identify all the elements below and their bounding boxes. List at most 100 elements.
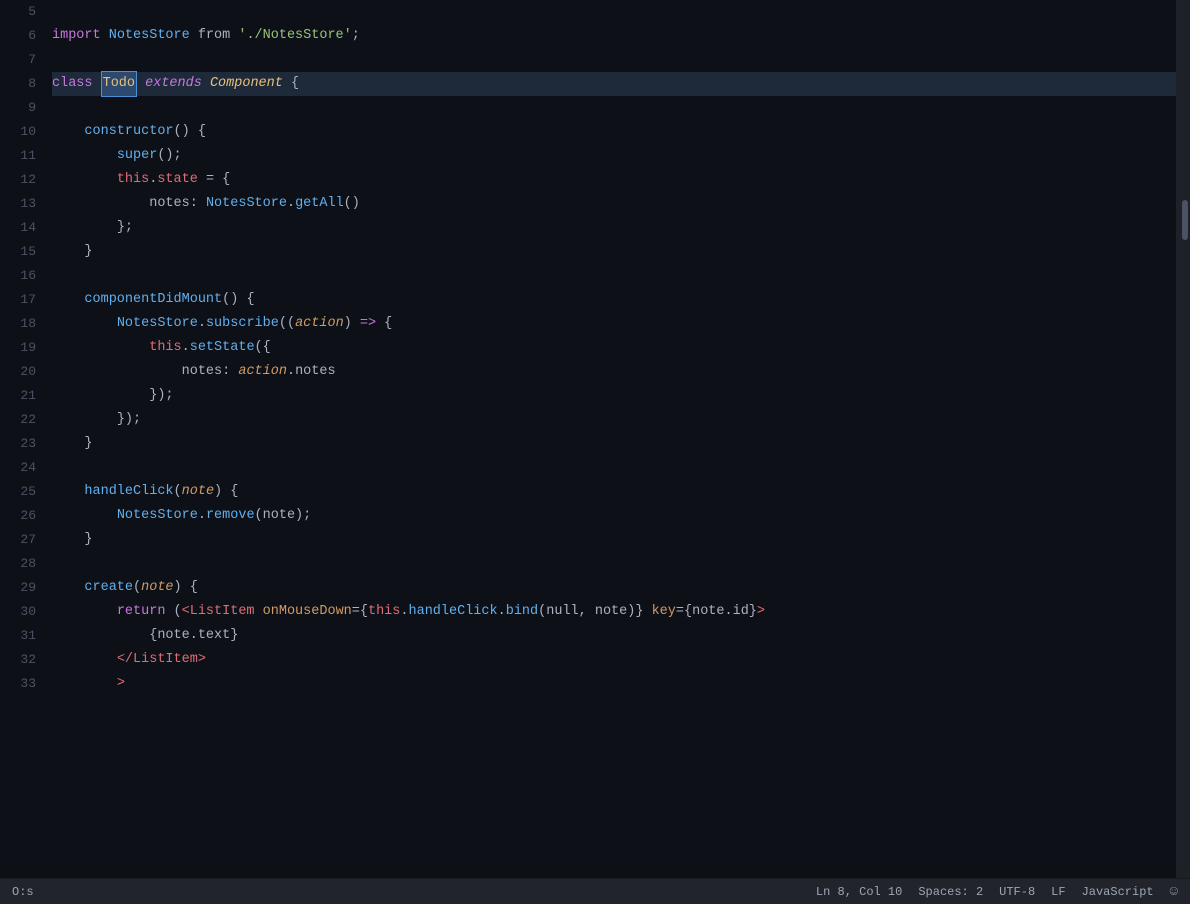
code-token: ( (133, 576, 141, 600)
code-token: state (157, 168, 198, 192)
line-number: 9 (8, 96, 36, 120)
code-token (52, 288, 84, 312)
code-token: './NotesStore' (238, 24, 351, 48)
code-token: ) (344, 312, 360, 336)
code-token: (( (279, 312, 295, 336)
code-token: () { (222, 288, 254, 312)
code-container: 5678910111213141516171819202122232425262… (0, 0, 1190, 878)
code-token: this (149, 336, 181, 360)
code-token: super (117, 144, 158, 168)
code-line (52, 456, 1176, 480)
code-line: return (<ListItem onMouseDown={this.hand… (52, 600, 1176, 624)
code-token: . (498, 600, 506, 624)
line-number: 17 (8, 288, 36, 312)
status-bar: O:s Ln 8, Col 10 Spaces: 2 UTF-8 LF Java… (0, 878, 1190, 904)
code-token (52, 216, 117, 240)
code-token: > (757, 600, 765, 624)
code-token: from (190, 24, 239, 48)
line-number: 30 (8, 600, 36, 624)
code-token (643, 600, 651, 624)
code-line: this.setState({ (52, 336, 1176, 360)
code-line: } (52, 240, 1176, 264)
code-line (52, 0, 1176, 24)
code-line: notes: NotesStore.getAll() (52, 192, 1176, 216)
line-number: 27 (8, 528, 36, 552)
code-token: </ListItem> (117, 648, 206, 672)
code-token: } (84, 240, 92, 264)
scrollbar-thumb[interactable] (1182, 200, 1188, 240)
spaces-info: Spaces: 2 (918, 885, 983, 899)
code-token: handleClick (409, 600, 498, 624)
code-line: }); (52, 408, 1176, 432)
code-token: bind (506, 600, 538, 624)
line-number: 10 (8, 120, 36, 144)
code-token: ={ (352, 600, 368, 624)
code-token: create (84, 576, 133, 600)
code-line: handleClick(note) { (52, 480, 1176, 504)
code-token: . (287, 360, 295, 384)
line-number: 8 (8, 72, 36, 96)
code-token: NotesStore (117, 312, 198, 336)
code-token: . (198, 504, 206, 528)
code-token: subscribe (206, 312, 279, 336)
code-token: ( (174, 480, 182, 504)
code-token (52, 384, 149, 408)
code-token: }; (117, 216, 133, 240)
cursor-position: Ln 8, Col 10 (816, 885, 902, 899)
code-token (52, 528, 84, 552)
code-token: notes (182, 360, 223, 384)
code-token: } (84, 432, 92, 456)
line-number: 22 (8, 408, 36, 432)
code-token: remove (206, 504, 255, 528)
code-line: componentDidMount() { (52, 288, 1176, 312)
code-token: note (182, 480, 214, 504)
code-line: > (52, 672, 1176, 696)
code-token: } (635, 600, 643, 624)
code-token (255, 600, 263, 624)
code-token: NotesStore (117, 504, 198, 528)
code-line (52, 264, 1176, 288)
code-line: </ListItem> (52, 648, 1176, 672)
code-line: }); (52, 384, 1176, 408)
code-token: {note.text} (149, 624, 238, 648)
line-number: 25 (8, 480, 36, 504)
code-token: . (287, 192, 295, 216)
code-token (52, 504, 117, 528)
line-number: 29 (8, 576, 36, 600)
code-token: ={note.id} (676, 600, 757, 624)
code-token: () { (174, 120, 206, 144)
status-bar-right: Ln 8, Col 10 Spaces: 2 UTF-8 LF JavaScri… (816, 884, 1178, 900)
code-token: () (344, 192, 360, 216)
code-line: } (52, 528, 1176, 552)
code-token (52, 144, 117, 168)
code-line: super(); (52, 144, 1176, 168)
code-line (52, 48, 1176, 72)
line-number: 24 (8, 456, 36, 480)
line-number: 11 (8, 144, 36, 168)
code-line: NotesStore.remove(note); (52, 504, 1176, 528)
line-ending-info: LF (1051, 885, 1065, 899)
status-bar-left: O:s (12, 885, 34, 899)
code-token (52, 624, 149, 648)
code-token: ) { (174, 576, 198, 600)
code-token: => (360, 312, 376, 336)
scrollbar-area[interactable] (1176, 0, 1190, 878)
encoding-info: UTF-8 (999, 885, 1035, 899)
code-token (52, 312, 117, 336)
code-token: Todo (101, 71, 137, 97)
code-token: getAll (295, 192, 344, 216)
code-token (52, 192, 149, 216)
code-content[interactable]: import NotesStore from './NotesStore'; c… (48, 0, 1176, 878)
code-token: this (368, 600, 400, 624)
code-line: constructor() { (52, 120, 1176, 144)
line-number: 5 (8, 0, 36, 24)
code-token (52, 672, 117, 696)
code-token: { (283, 72, 299, 96)
line-number: 33 (8, 672, 36, 696)
code-line: {note.text} (52, 624, 1176, 648)
line-number: 23 (8, 432, 36, 456)
code-token: }); (149, 384, 173, 408)
code-token (52, 336, 149, 360)
code-token (52, 480, 84, 504)
code-token: = { (198, 168, 230, 192)
